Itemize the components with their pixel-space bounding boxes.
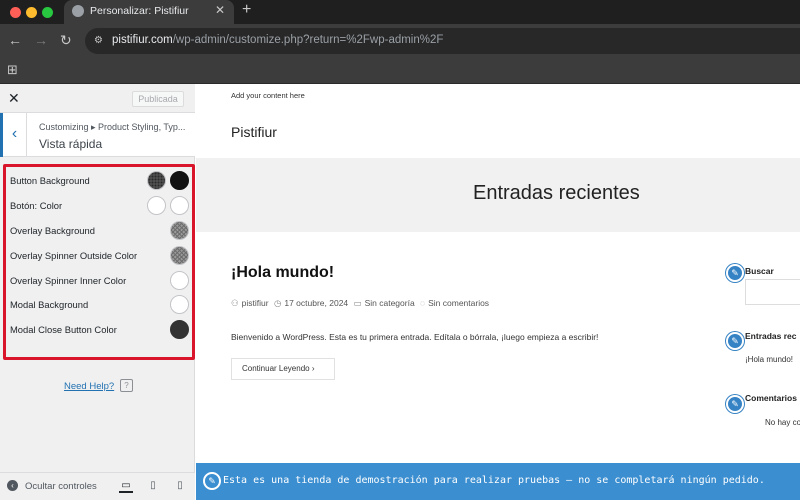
apps-grid-icon[interactable]: ⊞ bbox=[7, 62, 18, 78]
help-icon[interactable]: ? bbox=[120, 379, 133, 392]
folder-icon: ▭ bbox=[353, 298, 362, 308]
control-label: Botón: Color bbox=[10, 200, 63, 211]
color-swatch[interactable] bbox=[170, 320, 189, 339]
browser-toolbar: ← → ↻ ⚙ pistifiur.com/wp-admin/customize… bbox=[0, 24, 800, 58]
minimize-window-button[interactable] bbox=[26, 7, 37, 18]
hide-controls-button[interactable]: Ocultar controles bbox=[25, 481, 97, 492]
customizer-footer: ‹ Ocultar controles ▭ ▯ ▯ bbox=[0, 472, 195, 500]
post-comments[interactable]: Sin comentarios bbox=[428, 298, 489, 308]
color-control-boton-color: Botón: Color bbox=[6, 194, 192, 218]
edit-pencil-icon[interactable]: ✎ bbox=[203, 472, 221, 490]
browser-tab[interactable]: Personalizar: Pistifiur ✕ bbox=[64, 0, 234, 24]
url-text: pistifiur.com/wp-admin/customize.php?ret… bbox=[112, 34, 444, 46]
back-arrow-icon[interactable]: ← bbox=[8, 32, 22, 48]
widget-title-comments: Comentarios bbox=[745, 393, 797, 403]
topbar-text: Add your content here bbox=[231, 91, 305, 100]
hide-controls-icon[interactable]: ‹ bbox=[7, 480, 18, 491]
maximize-window-button[interactable] bbox=[42, 7, 53, 18]
post-author[interactable]: pistifiur bbox=[242, 298, 269, 308]
address-bar[interactable]: ⚙ pistifiur.com/wp-admin/customize.php?r… bbox=[85, 28, 800, 54]
mobile-preview-icon[interactable]: ▯ bbox=[173, 479, 187, 493]
color-control-button-background: Button Background bbox=[6, 169, 192, 193]
site-settings-icon[interactable]: ⚙ bbox=[94, 35, 103, 46]
close-customizer-icon[interactable]: ✕ bbox=[8, 90, 20, 107]
post-title[interactable]: ¡Hola mundo! bbox=[231, 264, 334, 282]
color-control-spinner-inner: Overlay Spinner Inner Color bbox=[6, 269, 192, 293]
color-swatch[interactable] bbox=[170, 271, 189, 290]
post-category[interactable]: Sin categoría bbox=[365, 298, 415, 308]
breadcrumb: Customizing ▸ Product Styling, Typ... bbox=[39, 122, 186, 132]
need-help-link[interactable]: Need Help? bbox=[64, 381, 114, 392]
control-label: Overlay Spinner Outside Color bbox=[10, 250, 138, 261]
read-more-button[interactable]: Continuar Leyendo › bbox=[231, 358, 335, 380]
tab-close-icon[interactable]: ✕ bbox=[215, 3, 225, 17]
site-title[interactable]: Pistifiur bbox=[231, 124, 277, 140]
control-label: Modal Close Button Color bbox=[10, 324, 117, 335]
new-tab-icon[interactable]: + bbox=[242, 1, 251, 19]
control-label: Modal Background bbox=[10, 299, 89, 310]
color-swatch[interactable] bbox=[170, 246, 189, 265]
edit-pencil-icon[interactable]: ✎ bbox=[726, 332, 744, 350]
page-hero: Entradas recientes bbox=[196, 158, 800, 232]
reload-icon[interactable]: ↻ bbox=[60, 32, 72, 48]
search-input[interactable] bbox=[745, 279, 800, 305]
comment-icon: ◌ bbox=[420, 298, 426, 308]
post-date[interactable]: 17 octubre, 2024 bbox=[284, 298, 348, 308]
demo-notice-text: Esta es una tienda de demostración para … bbox=[223, 475, 765, 486]
section-header: ‹ Customizing ▸ Product Styling, Typ... … bbox=[0, 113, 195, 157]
tablet-preview-icon[interactable]: ▯ bbox=[146, 479, 160, 493]
demo-store-notice: ✎ Esta es una tienda de demostración par… bbox=[196, 463, 800, 500]
color-swatch[interactable] bbox=[170, 295, 189, 314]
color-control-modal-close: Modal Close Button Color bbox=[6, 318, 192, 342]
section-title: Vista rápida bbox=[39, 137, 103, 151]
bookmarks-bar: ⊞ bbox=[0, 58, 800, 84]
clock-icon: ◷ bbox=[273, 298, 282, 308]
control-label: Button Background bbox=[10, 175, 90, 186]
color-control-spinner-outside: Overlay Spinner Outside Color bbox=[6, 244, 192, 268]
globe-icon bbox=[72, 5, 84, 17]
customizer-header: ✕ Publicada bbox=[0, 84, 195, 113]
no-comments-text: No hay co bbox=[765, 418, 800, 427]
edit-pencil-icon[interactable]: ✎ bbox=[726, 395, 744, 413]
post-excerpt: Bienvenido a WordPress. Esta es tu prime… bbox=[231, 332, 599, 342]
widget-title-recent-posts: Entradas rec bbox=[745, 331, 797, 341]
color-swatch[interactable] bbox=[170, 221, 189, 240]
color-swatch[interactable] bbox=[170, 196, 189, 215]
tab-title: Personalizar: Pistifiur bbox=[90, 5, 189, 17]
color-controls-highlight: Button Background Botón: Color Overlay B… bbox=[3, 164, 195, 360]
post-meta: ⚇ pistifiur ◷ 17 octubre, 2024 ▭ Sin catego… bbox=[231, 298, 492, 309]
color-swatch[interactable] bbox=[147, 171, 166, 190]
close-window-button[interactable] bbox=[10, 7, 21, 18]
publish-button[interactable]: Publicada bbox=[132, 91, 184, 107]
desktop-preview-icon[interactable]: ▭ bbox=[119, 479, 133, 493]
color-control-overlay-background: Overlay Background bbox=[6, 219, 192, 243]
recent-post-link[interactable]: ¡Hola mundo! bbox=[745, 355, 793, 364]
back-chevron-icon[interactable]: ‹ bbox=[0, 113, 27, 157]
control-label: Overlay Background bbox=[10, 225, 95, 236]
color-swatch[interactable] bbox=[147, 196, 166, 215]
color-control-modal-background: Modal Background bbox=[6, 293, 192, 317]
author-icon: ⚇ bbox=[231, 298, 239, 308]
edit-pencil-icon[interactable]: ✎ bbox=[726, 264, 744, 282]
color-swatch[interactable] bbox=[170, 171, 189, 190]
browser-tabstrip: Personalizar: Pistifiur ✕ + bbox=[0, 0, 800, 24]
widget-title-search: Buscar bbox=[745, 266, 774, 276]
site-preview: Add your content here Pistifiur Entradas… bbox=[196, 84, 800, 500]
customizer-sidebar: ✕ Publicada ‹ Customizing ▸ Product Styl… bbox=[0, 84, 195, 500]
control-label: Overlay Spinner Inner Color bbox=[10, 275, 127, 286]
hero-title: Entradas recientes bbox=[473, 182, 640, 204]
forward-arrow-icon[interactable]: → bbox=[34, 32, 48, 48]
